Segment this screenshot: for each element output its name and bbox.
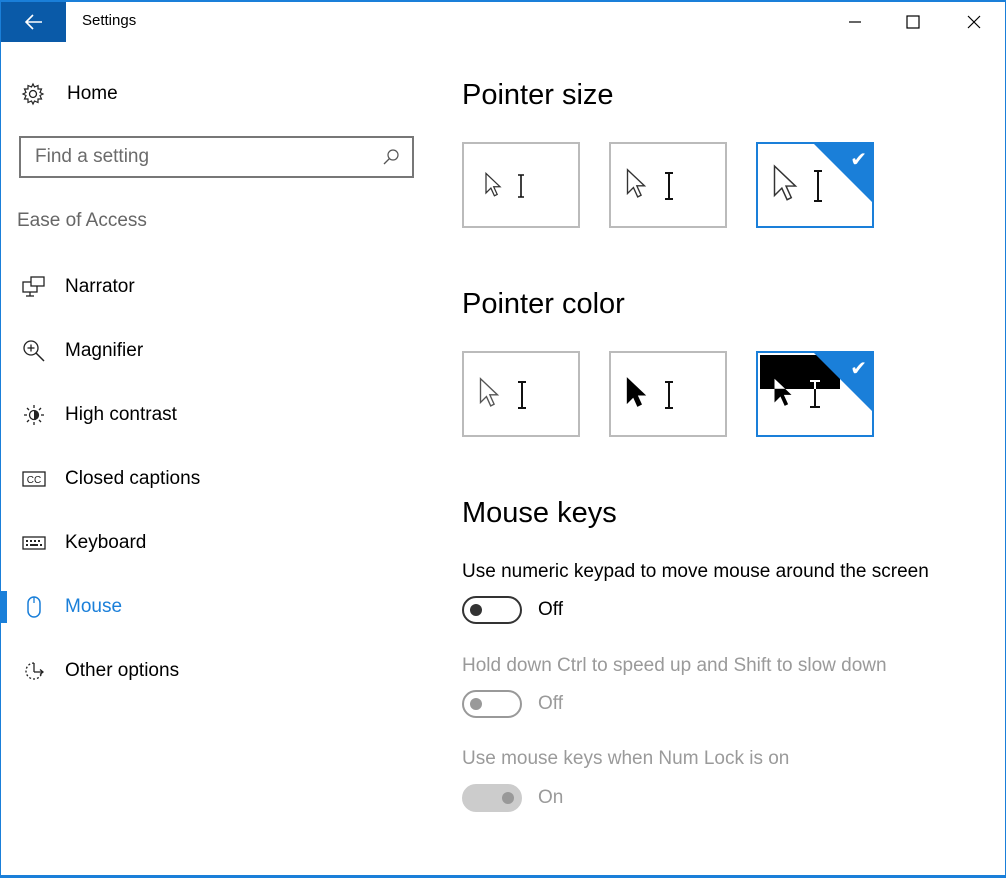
home-nav-item[interactable]: Home <box>21 80 118 108</box>
search-icon[interactable] <box>382 148 400 166</box>
toggle-knob <box>470 604 482 616</box>
sidebar-item-label: Closed captions <box>65 468 201 489</box>
arrow-cursor-icon <box>626 168 647 198</box>
high-contrast-icon <box>22 403 46 427</box>
title-bar: Settings <box>1 2 1005 42</box>
close-button[interactable] <box>944 2 1004 42</box>
toggle-state-label: On <box>538 787 564 808</box>
gear-icon <box>21 82 45 106</box>
narrator-icon <box>22 275 46 299</box>
active-indicator <box>1 591 7 623</box>
pointer-size-large[interactable]: ✔ <box>756 142 874 228</box>
arrow-cursor-icon <box>485 172 502 197</box>
ctrl-shift-toggle-row: Off <box>462 690 563 718</box>
sidebar-item-label: Narrator <box>65 276 135 297</box>
sidebar-item-keyboard[interactable]: Keyboard <box>1 521 431 565</box>
minimize-icon <box>849 21 861 23</box>
back-button[interactable] <box>1 2 66 42</box>
num-lock-toggle-row: On <box>462 784 563 812</box>
other-options-icon <box>22 659 46 683</box>
setting-description: Use mouse keys when Num Lock is on <box>462 748 790 769</box>
close-icon <box>967 15 981 29</box>
arrow-cursor-icon <box>479 377 500 407</box>
svg-text:CC: CC <box>27 475 41 486</box>
pointer-color-heading: Pointer color <box>462 288 625 320</box>
sidebar-item-other-options[interactable]: Other options <box>1 649 431 693</box>
sidebar-item-magnifier[interactable]: Magnifier <box>1 329 431 373</box>
home-label: Home <box>67 83 118 104</box>
search-input[interactable] <box>35 146 382 168</box>
text-cursor-icon <box>665 172 673 200</box>
toggle-knob <box>502 792 514 804</box>
sidebar-item-label: Mouse <box>65 596 123 617</box>
text-cursor-icon <box>810 380 820 408</box>
pointer-size-heading: Pointer size <box>462 79 614 111</box>
checkmark-icon: ✔ <box>850 358 867 380</box>
text-cursor-icon <box>665 381 673 409</box>
sidebar-item-narrator[interactable]: Narrator <box>1 265 431 309</box>
sidebar-item-label: Keyboard <box>65 532 147 553</box>
pointer-color-white[interactable] <box>462 351 580 437</box>
pointer-size-small[interactable] <box>462 142 580 228</box>
maximize-button[interactable] <box>883 2 943 42</box>
mouse-keys-heading: Mouse keys <box>462 497 617 529</box>
numeric-keypad-toggle[interactable] <box>462 596 522 624</box>
num-lock-toggle[interactable] <box>462 784 522 812</box>
sidebar-item-label: Other options <box>65 660 180 681</box>
settings-window: Settings Home Ease of Access <box>0 0 1006 878</box>
maximize-icon <box>906 15 920 29</box>
toggle-knob <box>470 698 482 710</box>
sidebar-item-mouse[interactable]: Mouse <box>1 585 431 629</box>
section-label: Ease of Access <box>17 210 147 231</box>
sidebar-item-closed-captions[interactable]: CC Closed captions <box>1 457 431 501</box>
numeric-keypad-toggle-row: Off <box>462 596 563 624</box>
text-cursor-icon <box>518 174 524 198</box>
pointer-color-black[interactable] <box>609 351 727 437</box>
sidebar-item-high-contrast[interactable]: High contrast <box>1 393 431 437</box>
arrow-cursor-icon <box>774 378 792 406</box>
toggle-state-label: Off <box>538 599 563 620</box>
checkmark-icon: ✔ <box>850 149 867 171</box>
closed-captions-icon: CC <box>22 467 46 491</box>
setting-description: Hold down Ctrl to speed up and Shift to … <box>462 655 887 676</box>
ctrl-shift-speed-toggle[interactable] <box>462 690 522 718</box>
magnifier-icon <box>22 339 46 363</box>
sidebar: Home Ease of Access Narrator Magnifier H… <box>1 42 431 872</box>
pointer-size-medium[interactable] <box>609 142 727 228</box>
keyboard-icon <box>22 531 46 555</box>
sidebar-item-label: Magnifier <box>65 340 144 361</box>
mouse-icon <box>22 595 46 619</box>
pointer-color-inverted[interactable]: ✔ <box>756 351 874 437</box>
arrow-cursor-icon <box>626 377 647 407</box>
back-arrow-icon <box>24 14 42 30</box>
arrow-cursor-icon <box>773 164 798 201</box>
search-box <box>19 136 414 178</box>
toggle-state-label: Off <box>538 693 563 714</box>
setting-description: Use numeric keypad to move mouse around … <box>462 561 929 582</box>
minimize-button[interactable] <box>825 2 885 42</box>
window-title: Settings <box>82 12 137 29</box>
text-cursor-icon <box>814 170 822 202</box>
text-cursor-icon <box>518 381 526 409</box>
sidebar-item-label: High contrast <box>65 404 177 425</box>
